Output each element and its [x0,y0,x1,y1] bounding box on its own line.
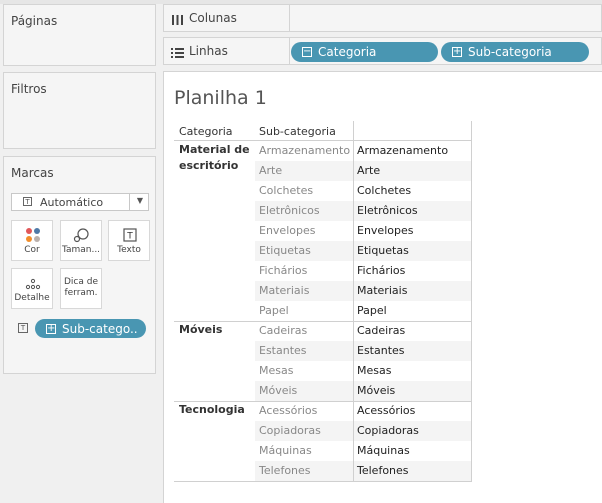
svg-text:T: T [126,232,133,242]
size-button-label: Taman... [61,245,101,255]
category-label[interactable]: Material de escritório [179,142,255,174]
header-subcategoria[interactable]: Sub-categoria [259,125,336,138]
pages-panel[interactable]: Páginas [3,4,156,66]
mark-type-dropdown[interactable]: T Automático ▼ [11,193,149,211]
subcategory-label[interactable]: Cadeiras [259,324,307,337]
rows-pill-subcategoria[interactable]: + Sub-categoria [441,42,589,62]
collapse-icon[interactable]: − [302,47,312,57]
rows-icon [171,44,184,63]
subcategory-label[interactable]: Armazenamento [259,144,350,157]
color-dots-icon [12,227,52,243]
header-underline [174,140,472,141]
expand-icon[interactable]: + [46,323,56,334]
cell-value[interactable]: Arte [357,164,380,177]
cell-value[interactable]: Mesas [357,364,391,377]
table-divider-left [353,121,354,481]
text-field-marker-icon: T [18,323,28,333]
text-icon: T [109,227,149,243]
marks-panel: Marcas T Automático ▼ Cor Taman... T Tex… [3,156,156,374]
detail-button-label: Detalhe [14,293,50,303]
cell-value[interactable]: Etiquetas [357,244,409,257]
subcategory-label[interactable]: Telefones [259,464,311,477]
marks-title: Marcas [11,166,54,180]
columns-label: Colunas [189,11,237,25]
cell-value[interactable]: Armazenamento [357,144,448,157]
columns-shelf[interactable]: Colunas [163,4,602,32]
subcategory-label[interactable]: Acessórios [259,404,317,417]
pages-title: Páginas [11,14,58,28]
subcategory-label[interactable]: Eletrônicos [259,204,320,217]
text-mark-icon: T [23,197,32,206]
category-label[interactable]: Móveis [179,322,255,338]
rows-pill-categoria[interactable]: − Categoria [291,42,438,62]
detail-dots-icon [12,275,52,291]
subcategory-label[interactable]: Papel [259,304,289,317]
mark-type-label: Automático [40,196,104,209]
subcategory-label[interactable]: Colchetes [259,184,313,197]
detail-button[interactable]: Detalhe [11,268,53,309]
text-button-label: Texto [117,245,141,255]
chevron-down-icon[interactable]: ▼ [137,196,143,205]
cell-value[interactable]: Telefones [357,464,409,477]
cell-value[interactable]: Móveis [357,384,395,397]
cell-value[interactable]: Máquinas [357,444,410,457]
subcategory-label[interactable]: Copiadoras [259,424,321,437]
subcategory-label[interactable]: Estantes [259,344,307,357]
header-categoria[interactable]: Categoria [179,125,233,138]
marks-field-pill-label: Sub-catego.. [62,321,138,336]
cell-value[interactable]: Eletrônicos [357,204,418,217]
cell-value[interactable]: Envelopes [357,224,413,237]
columns-divider [289,5,290,31]
rows-divider [289,38,290,64]
subcategory-label[interactable]: Móveis [259,384,297,397]
tooltip-icon: Dica de ferram. [63,277,98,298]
filters-panel[interactable]: Filtros [3,72,156,149]
subcategory-label[interactable]: Etiquetas [259,244,311,257]
subcategory-label[interactable]: Envelopes [259,224,315,237]
sheet-title[interactable]: Planilha 1 [174,87,267,109]
dropdown-separator [129,194,130,210]
cell-value[interactable]: Estantes [357,344,405,357]
left-empty-area [3,374,156,503]
color-button-label: Cor [24,245,40,255]
cell-value[interactable]: Copiadoras [357,424,419,437]
table-bottom [174,481,472,482]
expand-icon[interactable]: + [452,47,462,57]
subcategory-label[interactable]: Materiais [259,284,309,297]
columns-icon [171,11,184,30]
tooltip-button[interactable]: Dica de ferram. [60,268,102,309]
size-icon [61,227,101,243]
subcategory-label[interactable]: Arte [259,164,282,177]
color-button[interactable]: Cor [11,220,53,261]
rows-pill-subcategoria-label: Sub-categoria [468,45,552,59]
rows-pill-categoria-label: Categoria [318,45,377,59]
marks-field-pill[interactable]: + Sub-catego.. [35,319,146,338]
filters-title: Filtros [11,82,47,96]
size-button[interactable]: Taman... [60,220,102,261]
cell-value[interactable]: Acessórios [357,404,415,417]
category-label[interactable]: Tecnologia [179,402,255,418]
cell-value[interactable]: Papel [357,304,387,317]
table-divider-right [471,121,472,481]
cell-value[interactable]: Cadeiras [357,324,405,337]
rows-label: Linhas [189,44,228,58]
cell-value[interactable]: Fichários [357,264,405,277]
text-button[interactable]: T Texto [108,220,150,261]
cell-value[interactable]: Materiais [357,284,407,297]
cell-value[interactable]: Colchetes [357,184,411,197]
subcategory-label[interactable]: Mesas [259,364,293,377]
subcategory-label[interactable]: Fichários [259,264,307,277]
subcategory-label[interactable]: Máquinas [259,444,312,457]
